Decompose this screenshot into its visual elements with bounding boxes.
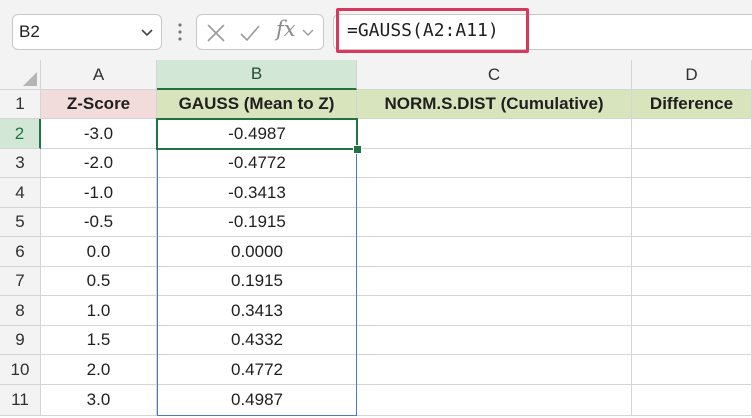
z-score-cell[interactable]: -3.0: [41, 119, 157, 149]
norm-dist-cell[interactable]: [357, 208, 632, 237]
norm-dist-cell[interactable]: [357, 149, 632, 178]
header-cell-c1[interactable]: NORM.S.DIST (Cumulative): [357, 90, 632, 119]
row-header-10[interactable]: 10: [0, 355, 41, 385]
column-header-b[interactable]: B: [157, 60, 357, 90]
formula-text[interactable]: =GAUSS(A2:A11): [347, 20, 499, 41]
cancel-x-icon[interactable]: [205, 22, 227, 44]
norm-dist-cell[interactable]: [357, 355, 632, 385]
gauss-cell[interactable]: 0.4332: [157, 326, 357, 355]
row-header-7[interactable]: 7: [0, 267, 41, 296]
norm-dist-cell[interactable]: [357, 237, 632, 267]
z-score-cell[interactable]: 1.0: [41, 296, 157, 326]
norm-dist-cell[interactable]: [357, 267, 632, 296]
formula-buttons: fx: [196, 14, 324, 50]
z-score-cell[interactable]: 0.5: [41, 267, 157, 296]
z-score-cell[interactable]: -1.0: [41, 178, 157, 208]
difference-cell[interactable]: [632, 385, 752, 416]
column-header-d[interactable]: D: [632, 60, 752, 90]
gauss-cell[interactable]: 0.0000: [157, 237, 357, 267]
gauss-cell[interactable]: -0.4772: [157, 149, 357, 178]
select-all-triangle-icon: [23, 72, 37, 86]
difference-cell[interactable]: [632, 355, 752, 385]
difference-cell[interactable]: [632, 326, 752, 355]
row-header-11[interactable]: 11: [0, 385, 41, 416]
z-score-cell[interactable]: 2.0: [41, 355, 157, 385]
difference-cell[interactable]: [632, 267, 752, 296]
gauss-cell[interactable]: -0.4987: [157, 119, 357, 149]
row-header-6[interactable]: 6: [0, 237, 41, 267]
gauss-cell[interactable]: 0.4987: [157, 385, 357, 416]
z-score-cell[interactable]: 1.5: [41, 326, 157, 355]
norm-dist-cell[interactable]: [357, 326, 632, 355]
gauss-cell[interactable]: 0.3413: [157, 296, 357, 326]
difference-cell[interactable]: [632, 178, 752, 208]
row-header-2[interactable]: 2: [0, 119, 41, 149]
z-score-cell[interactable]: -0.5: [41, 208, 157, 237]
row-header-4[interactable]: 4: [0, 178, 41, 208]
kebab-icon[interactable]: [173, 20, 187, 44]
difference-cell[interactable]: [632, 208, 752, 237]
column-header-c[interactable]: C: [357, 60, 632, 90]
z-score-cell[interactable]: -2.0: [41, 149, 157, 178]
norm-dist-cell[interactable]: [357, 296, 632, 326]
z-score-cell[interactable]: 3.0: [41, 385, 157, 416]
column-header-a[interactable]: A: [41, 60, 157, 90]
spreadsheet-grid: A B C D 1 Z-Score GAUSS (Mean to Z) NORM…: [0, 60, 752, 418]
chevron-down-icon[interactable]: [139, 24, 155, 40]
difference-cell[interactable]: [632, 149, 752, 178]
difference-cell[interactable]: [632, 237, 752, 267]
gauss-cell[interactable]: -0.1915: [157, 208, 357, 237]
norm-dist-cell[interactable]: [357, 178, 632, 208]
header-cell-a1[interactable]: Z-Score: [41, 90, 157, 119]
row-header-8[interactable]: 8: [0, 296, 41, 326]
header-cell-b1[interactable]: GAUSS (Mean to Z): [157, 90, 357, 119]
gauss-cell[interactable]: 0.1915: [157, 267, 357, 296]
row-header-3[interactable]: 3: [0, 149, 41, 178]
norm-dist-cell[interactable]: [357, 385, 632, 416]
select-all-corner[interactable]: [0, 60, 41, 90]
gauss-cell[interactable]: -0.3413: [157, 178, 357, 208]
difference-cell[interactable]: [632, 296, 752, 326]
fill-handle[interactable]: [353, 145, 362, 154]
name-box-value: B2: [19, 22, 40, 41]
gauss-cell[interactable]: 0.4772: [157, 355, 357, 385]
fx-icon[interactable]: fx: [276, 17, 296, 41]
row-header-5[interactable]: 5: [0, 208, 41, 237]
name-box[interactable]: B2: [12, 14, 162, 50]
row-header-1[interactable]: 1: [0, 90, 41, 119]
norm-dist-cell[interactable]: [357, 119, 632, 149]
row-header-9[interactable]: 9: [0, 326, 41, 355]
header-cell-d1[interactable]: Difference: [632, 90, 752, 119]
chevron-down-icon[interactable]: [300, 24, 316, 40]
difference-cell[interactable]: [632, 119, 752, 149]
formula-bar: B2 fx =GAUSS(A2:A11): [0, 0, 752, 60]
enter-check-icon[interactable]: [239, 22, 261, 44]
z-score-cell[interactable]: 0.0: [41, 237, 157, 267]
